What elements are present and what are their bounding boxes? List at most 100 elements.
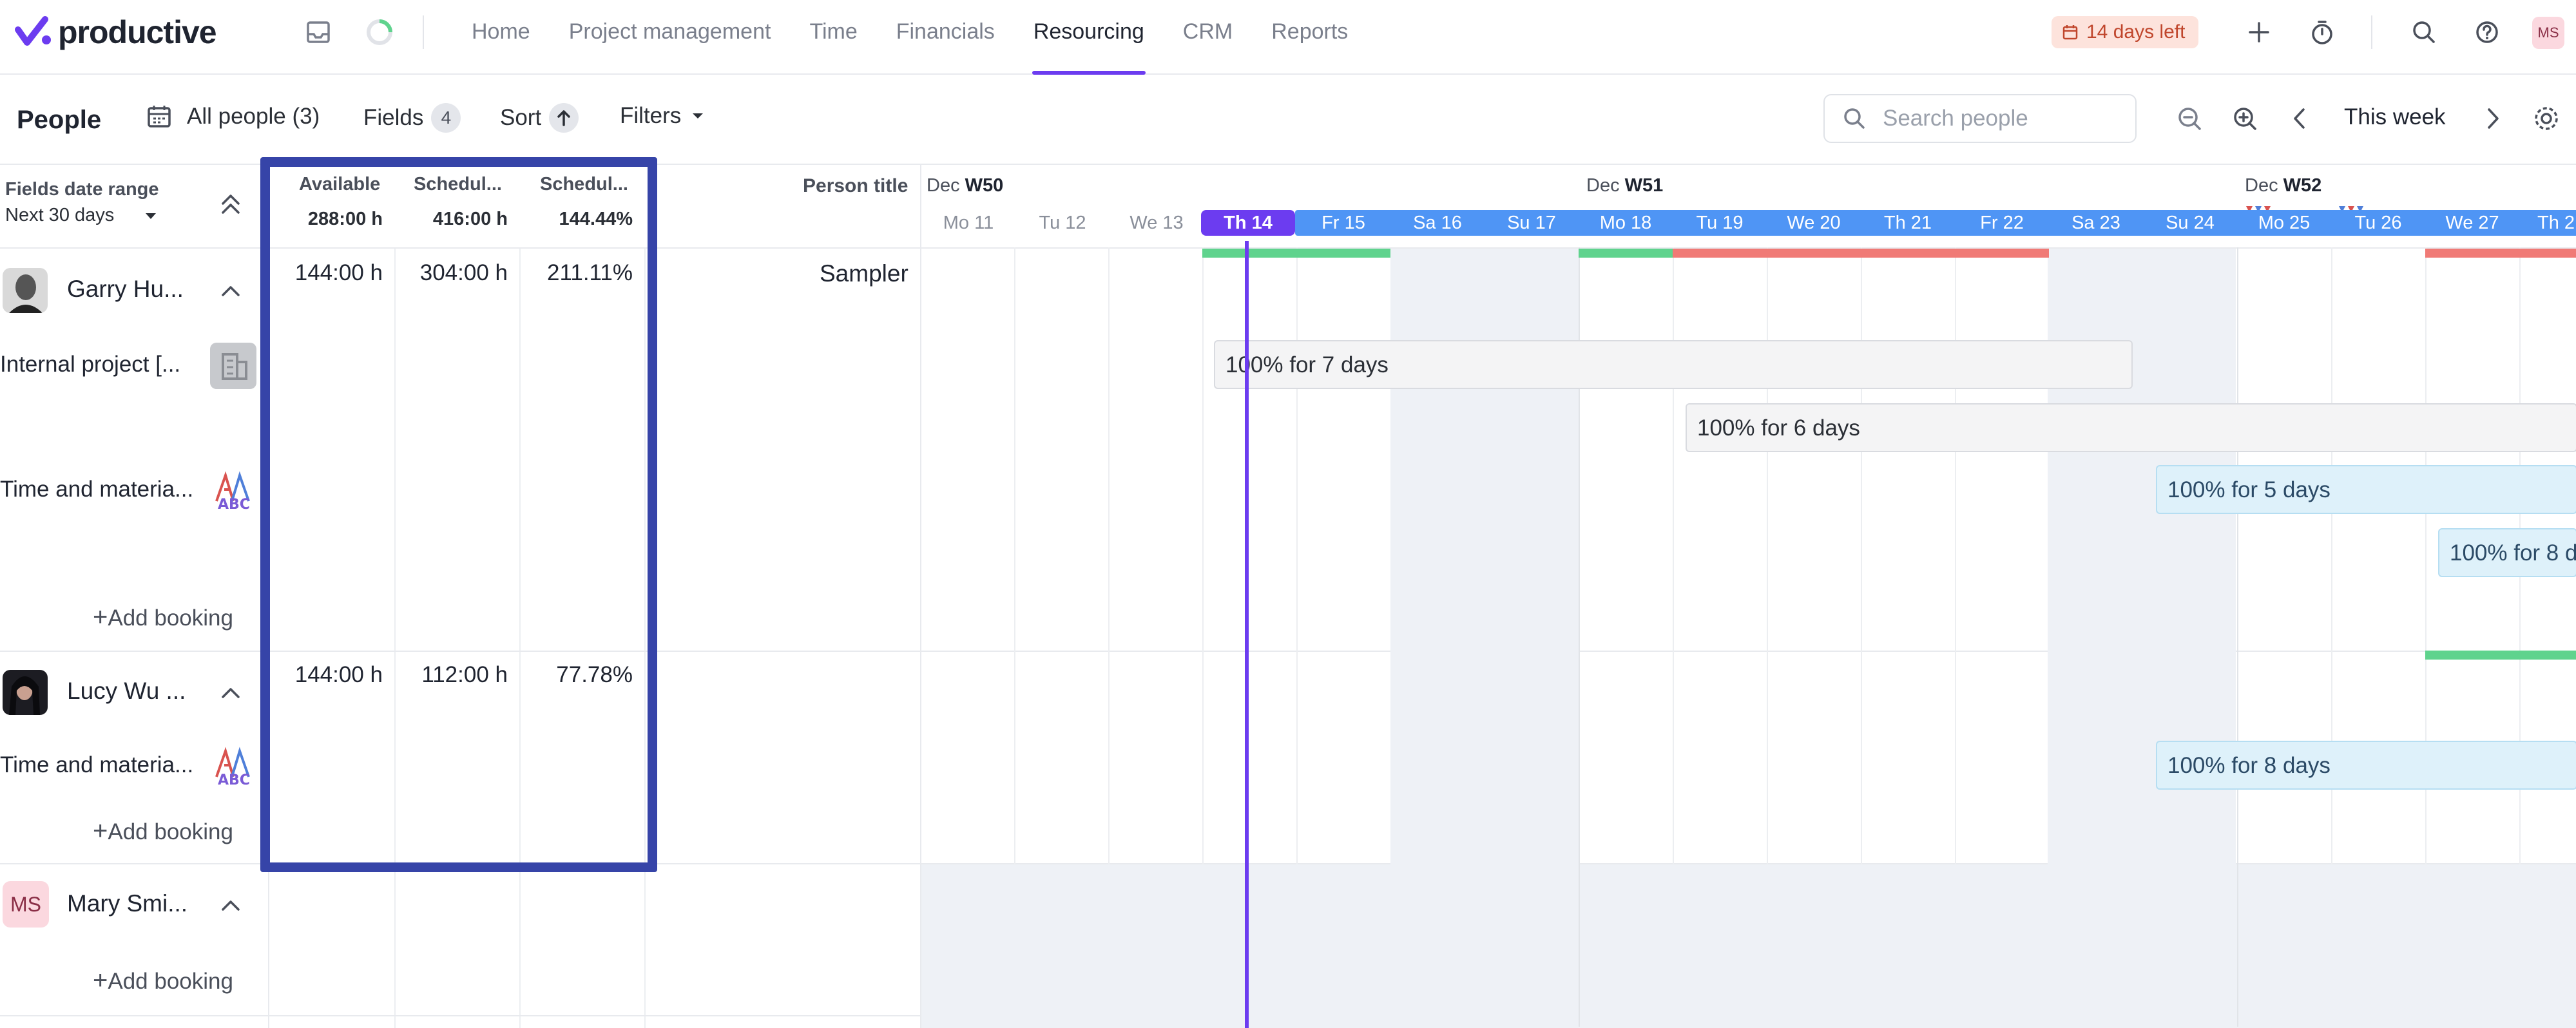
day-gridline [1202,247,1204,864]
booking-bar[interactable]: 100% for 8 d [2438,528,2576,577]
person-photo-icon [3,670,48,715]
fields-date-range-value[interactable]: Next 30 days [5,205,114,226]
plus-icon[interactable] [2244,17,2274,48]
app-name: productive [58,14,217,50]
chevron-up-icon[interactable] [219,283,242,299]
day-label: Mo 25 [2258,213,2311,233]
app-logo[interactable]: productive [14,14,217,50]
overbooked-bar [1673,249,2049,258]
chevron-up-icon[interactable] [219,898,242,913]
chevron-right-icon[interactable] [2478,104,2506,133]
day-label: We 27 [2445,213,2499,233]
day-label: Fr 22 [1980,213,2024,233]
day-label: Su 17 [1507,213,1556,233]
fields-button[interactable]: Fields 4 [363,103,461,133]
day-label: Th 2 [2537,213,2575,233]
filters-label: Filters [620,103,682,128]
person-title: Sampler [820,260,908,287]
trial-label: 14 days left [2086,21,2186,43]
settings-gear-icon[interactable] [2532,104,2561,133]
caret-down-icon [693,113,704,119]
booking-bar[interactable]: 100% for 8 days [2156,741,2576,790]
user-avatar[interactable]: MS [2532,17,2564,49]
calendar-icon [148,106,171,128]
today-line [1245,241,1249,1028]
day-label: We 20 [1787,213,1841,233]
sort-arrow-up-icon [549,103,579,133]
search-icon[interactable] [2408,17,2439,48]
day-header-strip: Mo 11 Tu 12 We 13 Th 14 Fr 15 Sa 16 Su 1… [921,210,2576,236]
day-label: Fr 15 [1322,213,1365,233]
zoom-in-icon[interactable] [2231,104,2259,133]
day-label: Mo 18 [1599,213,1652,233]
person-name[interactable]: Mary Smi... [67,890,187,917]
filters-dropdown[interactable]: Filters [620,103,707,129]
booking-bar[interactable]: 100% for 7 days [1214,340,2133,389]
progress-ring-icon[interactable] [364,17,395,48]
nav-reports[interactable]: Reports [1252,0,1367,75]
page-title: People [17,106,102,134]
plus-icon: + [93,603,108,631]
project-name[interactable]: Time and materia... [0,752,193,778]
trial-badge[interactable]: 14 days left [2052,16,2198,48]
all-people-label: All people (3) [187,104,320,129]
calendar-icon [2062,25,2078,40]
overbooked-bar [2425,249,2576,258]
fields-label: Fields [363,105,424,130]
client-logo-icon: ABC [210,742,256,788]
booking-bar[interactable]: 100% for 5 days [2156,465,2576,514]
search-icon [1844,108,1865,129]
all-people-dropdown[interactable]: All people (3) [146,103,320,130]
person-name[interactable]: Garry Hu... [67,276,184,303]
top-bar: productive Home Project management Time … [0,0,2576,75]
nav-home[interactable]: Home [452,0,550,75]
inbox-icon[interactable] [303,17,334,48]
person-name[interactable]: Lucy Wu ... [67,678,186,705]
fields-highlight-box [260,157,657,872]
add-booking-link[interactable]: +Add booking [93,966,233,995]
chevron-left-icon[interactable] [2286,104,2314,133]
avatar[interactable] [3,670,48,715]
zoom-out-icon[interactable] [2175,104,2204,133]
day-label: We 13 [1129,213,1184,233]
day-label: Su 24 [2166,213,2215,233]
divider [423,15,424,49]
day-label: Sa 16 [1413,213,1462,233]
project-name[interactable]: Internal project [... [0,352,180,377]
avatar[interactable] [3,268,48,313]
nav-resourcing[interactable]: Resourcing [1014,0,1164,75]
search-people-input[interactable]: Search people [1823,94,2137,143]
people-column: Fields date range Next 30 days Garry Hu.… [0,165,269,1028]
availability-bar [1579,249,1673,258]
main-nav: Home Project management Time Financials … [452,0,1367,75]
collapse-all-icon[interactable] [218,191,244,219]
field-header-person-title[interactable]: Person title [803,175,908,197]
caret-down-icon[interactable] [143,211,159,222]
project-name[interactable]: Time and materia... [0,477,193,502]
nav-financials[interactable]: Financials [877,0,1014,75]
plus-icon: + [93,966,108,995]
day-gridline [1108,247,1110,864]
productive-logo-icon [15,16,51,46]
nav-project-management[interactable]: Project management [550,0,791,75]
help-icon[interactable] [2472,17,2503,48]
sort-button[interactable]: Sort [500,103,579,133]
avatar[interactable]: MS [3,881,49,928]
nav-time[interactable]: Time [790,0,876,75]
chevron-up-icon[interactable] [219,685,242,701]
add-booking-link[interactable]: +Add booking [93,603,233,632]
nav-crm[interactable]: CRM [1164,0,1252,75]
unassigned-row-background [921,864,2576,1028]
sort-label: Sort [500,105,542,130]
period-label[interactable]: This week [2344,104,2446,130]
resource-timeline: Dec W50 Dec W51 Dec W52 Mo 11 Tu 12 We 1… [920,165,2576,1028]
day-gridline [1014,247,1015,864]
day-label: Th 21 [1883,213,1932,233]
timer-icon[interactable] [2307,17,2338,48]
booking-bar[interactable]: 100% for 6 days [1686,403,2576,452]
day-label: Tu 19 [1696,213,1744,233]
add-booking-link[interactable]: +Add booking [93,817,233,846]
fields-date-range-title: Fields date range [5,179,159,200]
week-label: Dec W52 [2245,175,2322,196]
divider [2371,15,2372,49]
